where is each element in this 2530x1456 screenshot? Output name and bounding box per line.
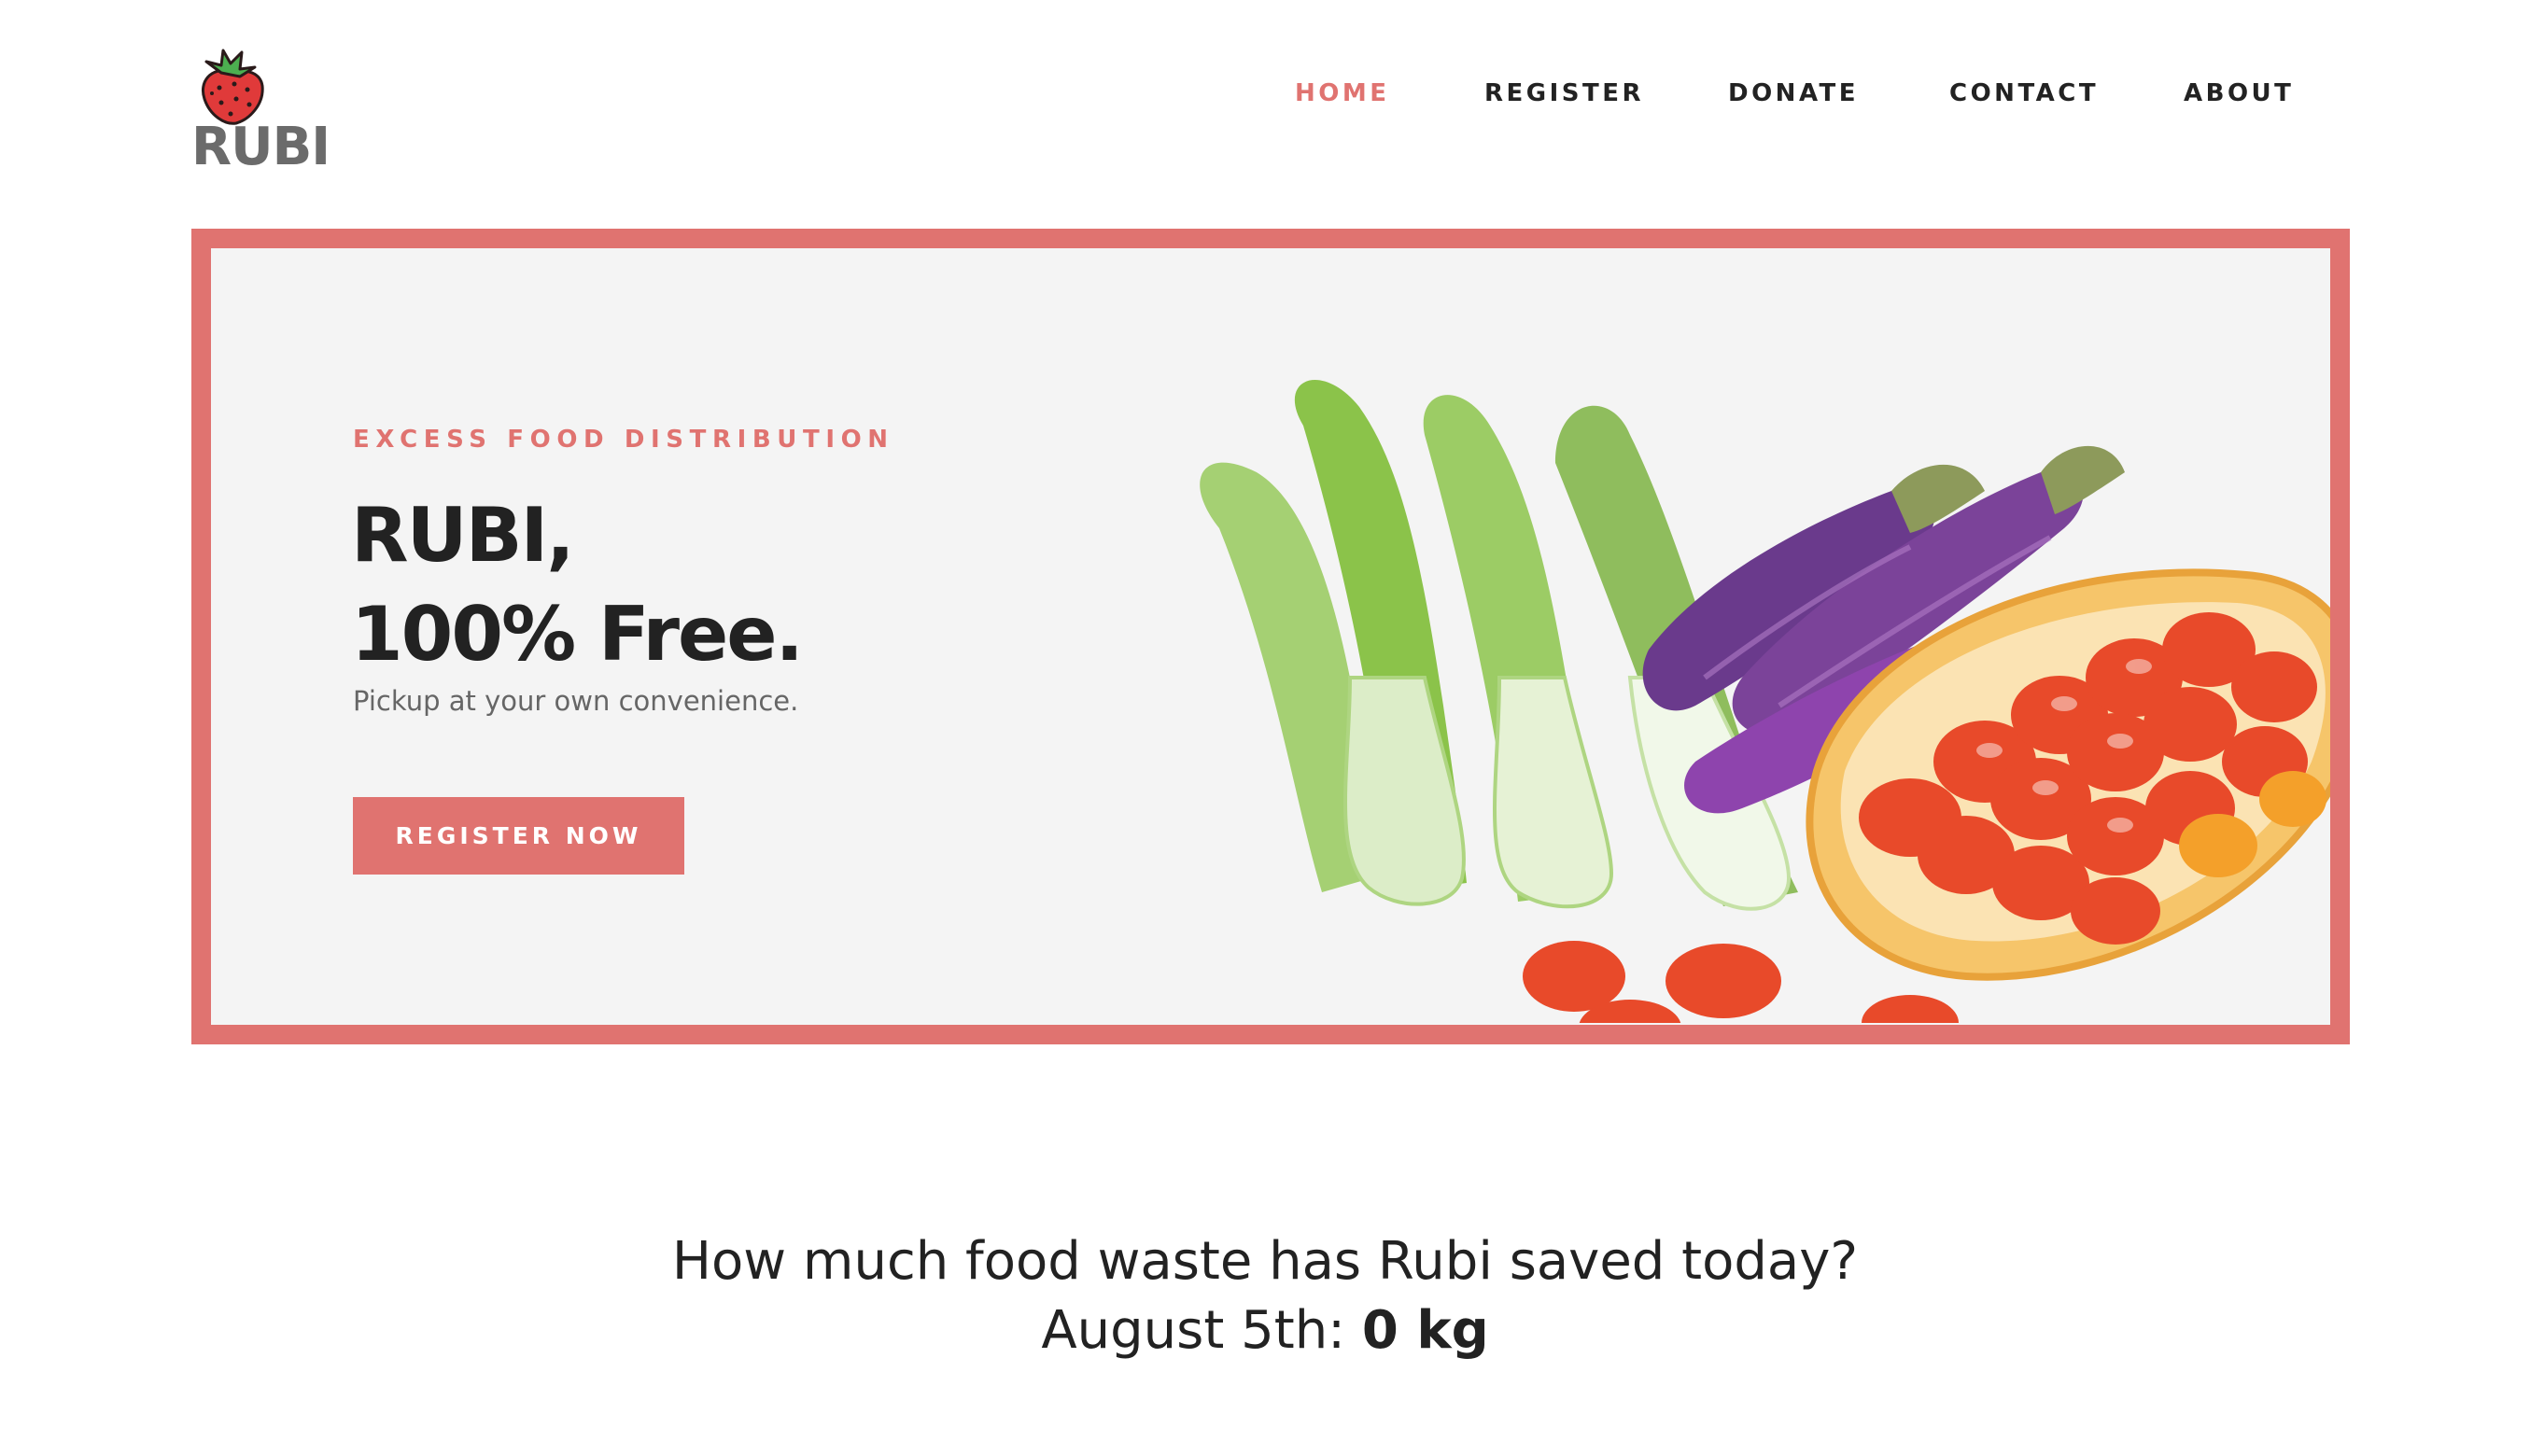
- main-nav: HOME REGISTER DONATE CONTACT ABOUT: [0, 77, 2530, 114]
- hero-subtext: Pickup at your own convenience.: [353, 685, 799, 717]
- hero-banner: EXCESS FOOD DISTRIBUTION RUBI, 100% Free…: [191, 229, 2350, 1044]
- register-now-button[interactable]: REGISTER NOW: [353, 797, 684, 875]
- nav-donate[interactable]: DONATE: [1728, 77, 1859, 110]
- food-saved-stats: How much food waste has Rubi saved today…: [0, 1227, 2530, 1365]
- logo-text: RUBI: [191, 117, 330, 177]
- stats-question: How much food waste has Rubi saved today…: [671, 1231, 1859, 1292]
- hero-headline-line1: RUBI,: [351, 492, 575, 579]
- page: RUBI HOME REGISTER DONATE CONTACT ABOUT …: [0, 0, 2530, 1456]
- stats-line: August 5th: 0 kg: [0, 1296, 2530, 1365]
- hero-headline: RUBI, 100% Free.: [351, 486, 804, 684]
- nav-about[interactable]: ABOUT: [2184, 77, 2294, 110]
- nav-register[interactable]: REGISTER: [1484, 77, 1644, 110]
- hero-headline-line2: 100% Free.: [351, 591, 804, 678]
- hero-eyebrow: EXCESS FOOD DISTRIBUTION: [353, 426, 894, 454]
- nav-home[interactable]: HOME: [1295, 77, 1390, 110]
- nav-contact[interactable]: CONTACT: [1949, 77, 2099, 110]
- stats-date: August 5th:: [1041, 1300, 1346, 1361]
- produce-illustration: [1200, 380, 2330, 1023]
- stats-amount: 0 kg: [1361, 1300, 1489, 1361]
